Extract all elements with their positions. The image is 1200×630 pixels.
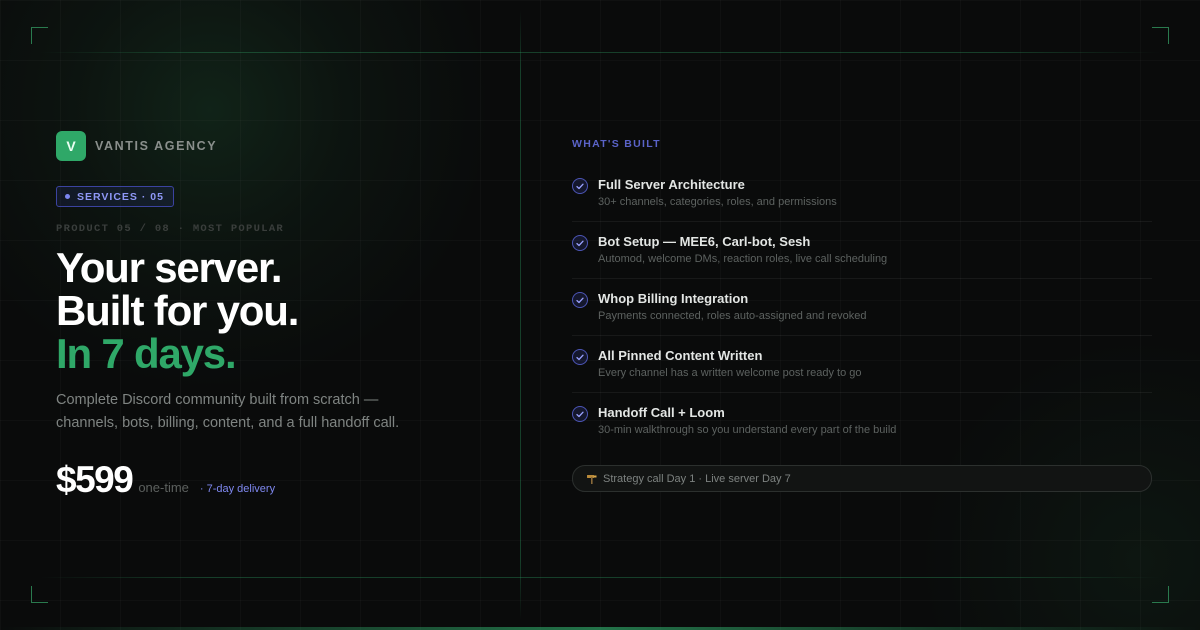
feature-title: Handoff Call + Loom [598, 405, 725, 420]
list-item: Whop Billing Integration Payments connec… [572, 279, 1152, 336]
list-item: Handoff Call + Loom 30-min walkthrough s… [572, 393, 1152, 449]
og-card: V VANTIS AGENCY SERVICES · 05 PRODUCT 05… [0, 0, 1200, 630]
feature-description: Every channel has a written welcome post… [598, 367, 862, 379]
feature-title: Whop Billing Integration [598, 291, 749, 306]
badge-label: SERVICES · 05 [77, 190, 164, 203]
feature-description: Automod, welcome DMs, reaction roles, li… [598, 253, 888, 265]
check-icon [572, 178, 588, 194]
description: Complete Discord community built from sc… [56, 392, 400, 431]
frame-top-line [40, 52, 1160, 53]
list-item: Bot Setup — MEE6, Carl-bot, Sesh Automod… [572, 222, 1152, 279]
corner-bracket-top-right [1152, 27, 1169, 44]
timeline-text: Strategy call Day 1 · Live server Day 7 [603, 472, 791, 485]
headline-line-3: In 7 days. [56, 330, 237, 377]
feature-title: Full Server Architecture [598, 177, 745, 192]
check-icon [572, 349, 588, 365]
headline: Your server. Built for you. In 7 days. [56, 244, 299, 377]
badge-dot-icon [65, 194, 70, 199]
list-item: Full Server Architecture 30+ channels, c… [572, 165, 1152, 222]
headline-line-2: Built for you. [56, 287, 299, 334]
brand: V VANTIS AGENCY [56, 131, 217, 161]
feature-list: Full Server Architecture 30+ channels, c… [572, 165, 1152, 449]
delivery-note: · 7-day delivery [199, 483, 276, 495]
feature-title: All Pinned Content Written [598, 348, 763, 363]
check-icon [572, 235, 588, 251]
brand-name: VANTIS AGENCY [95, 139, 218, 153]
corner-bracket-bottom-left [31, 586, 48, 603]
price-note: one-time [138, 480, 189, 495]
construction-icon [586, 473, 598, 485]
price: $599 [56, 459, 134, 500]
whats-built-label: WHAT'S BUILT [572, 138, 661, 150]
check-icon [572, 406, 588, 422]
feature-description: Payments connected, roles auto-assigned … [598, 310, 867, 322]
corner-bracket-top-left [31, 27, 48, 44]
check-icon [572, 292, 588, 308]
feature-description: 30-min walkthrough so you understand eve… [598, 424, 897, 436]
list-item: All Pinned Content Written Every channel… [572, 336, 1152, 393]
frame-bottom-line [40, 577, 1160, 578]
pricing: $599 one-time · 7-day delivery [56, 459, 275, 501]
brand-logo: V [56, 131, 86, 161]
product-eyebrow: PRODUCT 05 / 08 · MOST POPULAR [56, 223, 285, 235]
corner-bracket-bottom-right [1152, 586, 1169, 603]
feature-title: Bot Setup — MEE6, Carl-bot, Sesh [598, 234, 811, 249]
feature-description: 30+ channels, categories, roles, and per… [598, 196, 837, 208]
column-divider [520, 10, 521, 620]
headline-line-1: Your server. [56, 244, 282, 291]
services-badge: SERVICES · 05 [56, 186, 174, 207]
timeline-pill: Strategy call Day 1 · Live server Day 7 [572, 465, 1152, 492]
